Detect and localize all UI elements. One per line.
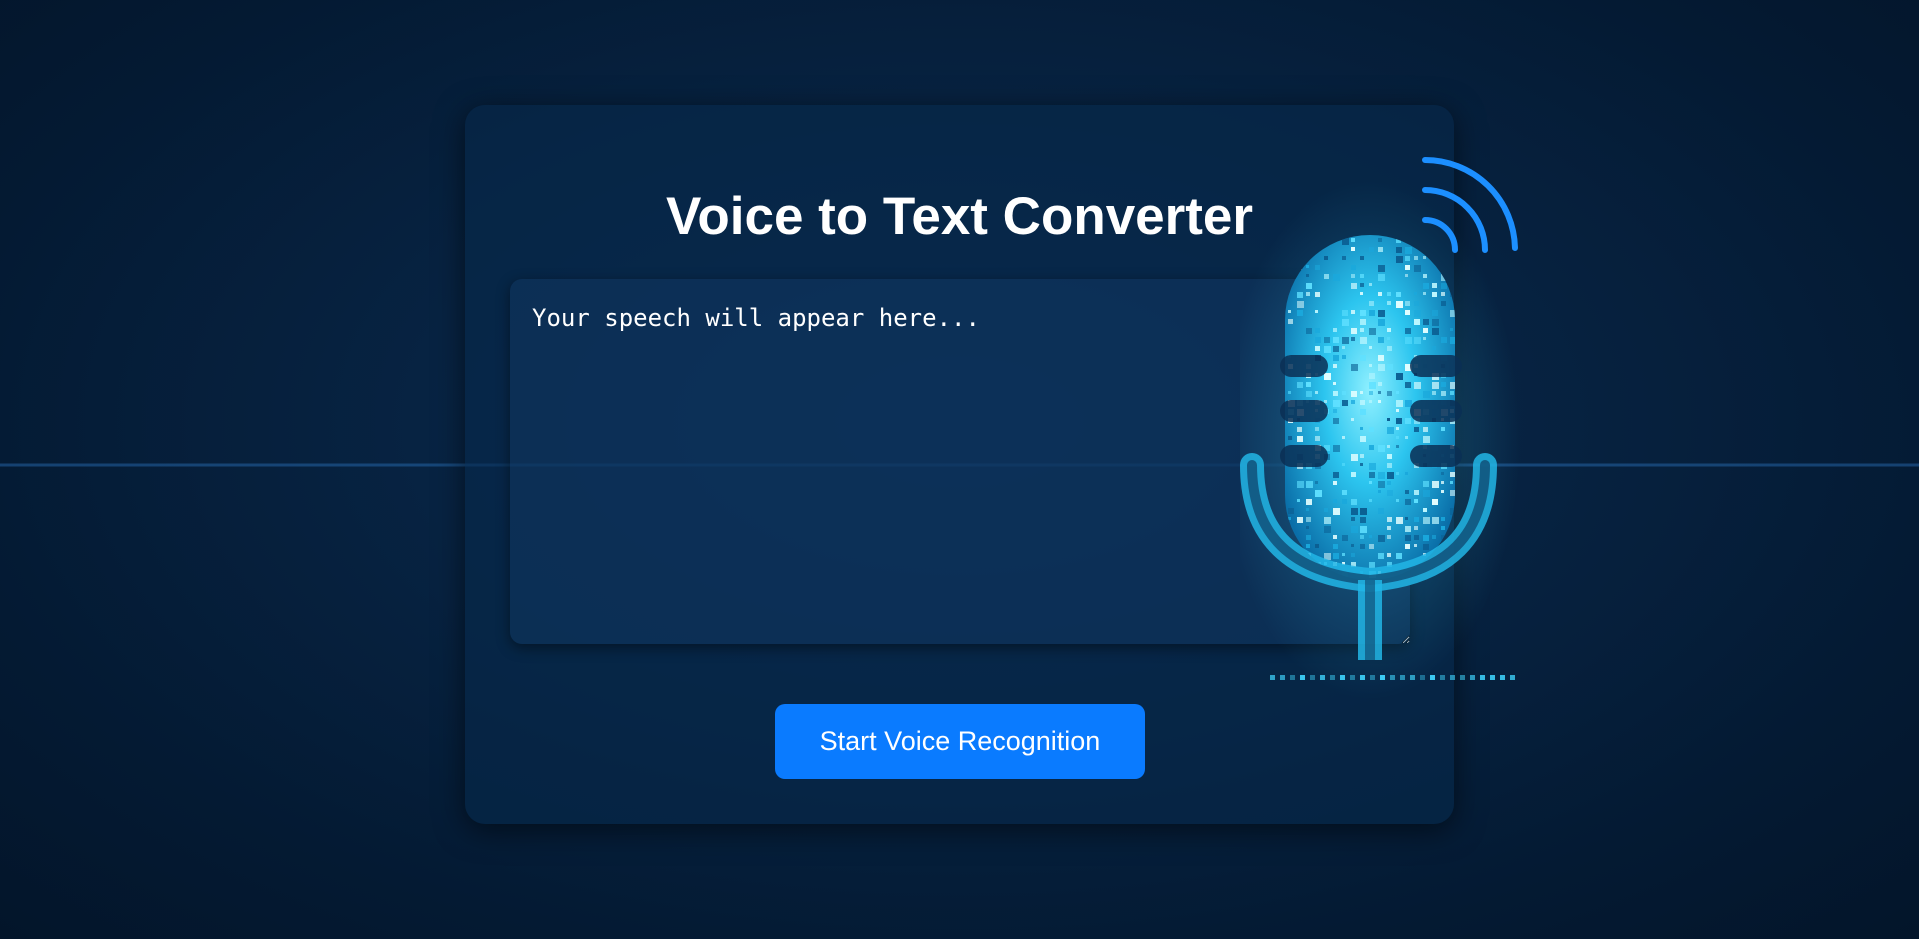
start-voice-recognition-button[interactable]: Start Voice Recognition bbox=[775, 704, 1145, 779]
page-title: Voice to Text Converter bbox=[665, 187, 1254, 246]
speech-output-textarea[interactable] bbox=[510, 279, 1410, 644]
